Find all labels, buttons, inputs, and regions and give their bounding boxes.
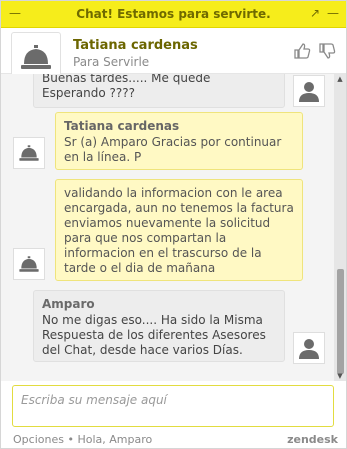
footer-links: Opciones • Hola, Amparo bbox=[13, 433, 152, 446]
agent-message: validando la informacion con le area enc… bbox=[55, 179, 303, 281]
greeting-link[interactable]: Hola, Amparo bbox=[77, 433, 152, 446]
scroll-down-arrow-icon[interactable]: ▼ bbox=[334, 371, 346, 381]
visitor-avatar bbox=[293, 75, 325, 107]
chat-title-bar[interactable]: — Chat! Estamos para servirte. ↗ — bbox=[1, 1, 346, 28]
message-list[interactable]: Buenas tardes..... Me quede Esperando ??… bbox=[1, 74, 334, 381]
message-text: No me digas eso.... Ha sido la Misma Res… bbox=[42, 313, 266, 357]
service-bell-icon bbox=[19, 256, 39, 272]
user-silhouette-icon bbox=[299, 82, 319, 102]
visitor-message: Buenas tardes..... Me quede Esperando ??… bbox=[33, 74, 285, 108]
scrollbar-thumb[interactable] bbox=[337, 269, 344, 374]
message-sender: Amparo bbox=[42, 297, 95, 311]
thumbs-up-icon[interactable] bbox=[293, 42, 311, 60]
user-silhouette-icon bbox=[299, 339, 319, 359]
message-text: validando la informacion con le area enc… bbox=[64, 186, 294, 275]
arrow-diagonal-icon[interactable]: ↗ bbox=[310, 6, 320, 20]
options-link[interactable]: Opciones bbox=[13, 433, 64, 446]
agent-name: Tatiana cardenas bbox=[73, 38, 198, 53]
thumbs-down-icon[interactable] bbox=[318, 42, 336, 60]
agent-message: Tatiana cardenas Sr (a) Amparo Gracias p… bbox=[55, 112, 303, 170]
scroll-up-arrow-icon[interactable]: ▲ bbox=[334, 74, 346, 84]
message-input-box[interactable] bbox=[12, 385, 334, 427]
agent-avatar-small bbox=[13, 137, 45, 169]
zendesk-brand[interactable]: zendesk bbox=[287, 433, 338, 446]
visitor-avatar bbox=[293, 332, 325, 364]
service-bell-icon bbox=[19, 145, 39, 161]
agent-status: Para Servirle bbox=[73, 55, 150, 69]
message-text: Buenas tardes..... Me quede Esperando ??… bbox=[42, 74, 211, 100]
message-sender: Tatiana cardenas bbox=[64, 119, 180, 133]
footer-separator: • bbox=[67, 433, 74, 446]
agent-header: Tatiana cardenas Para Servirle bbox=[1, 28, 346, 82]
message-text: Sr (a) Amparo Gracias por continuar en l… bbox=[64, 135, 282, 164]
visitor-message: Amparo No me digas eso.... Ha sido la Mi… bbox=[33, 290, 285, 362]
message-input[interactable] bbox=[13, 386, 333, 426]
chat-widget: — Chat! Estamos para servirte. ↗ — Tatia… bbox=[0, 0, 347, 449]
service-bell-icon bbox=[21, 45, 51, 69]
agent-avatar-small bbox=[13, 248, 45, 280]
minimize-icon[interactable]: — bbox=[327, 6, 339, 20]
chat-title: Chat! Estamos para servirte. bbox=[76, 7, 271, 21]
